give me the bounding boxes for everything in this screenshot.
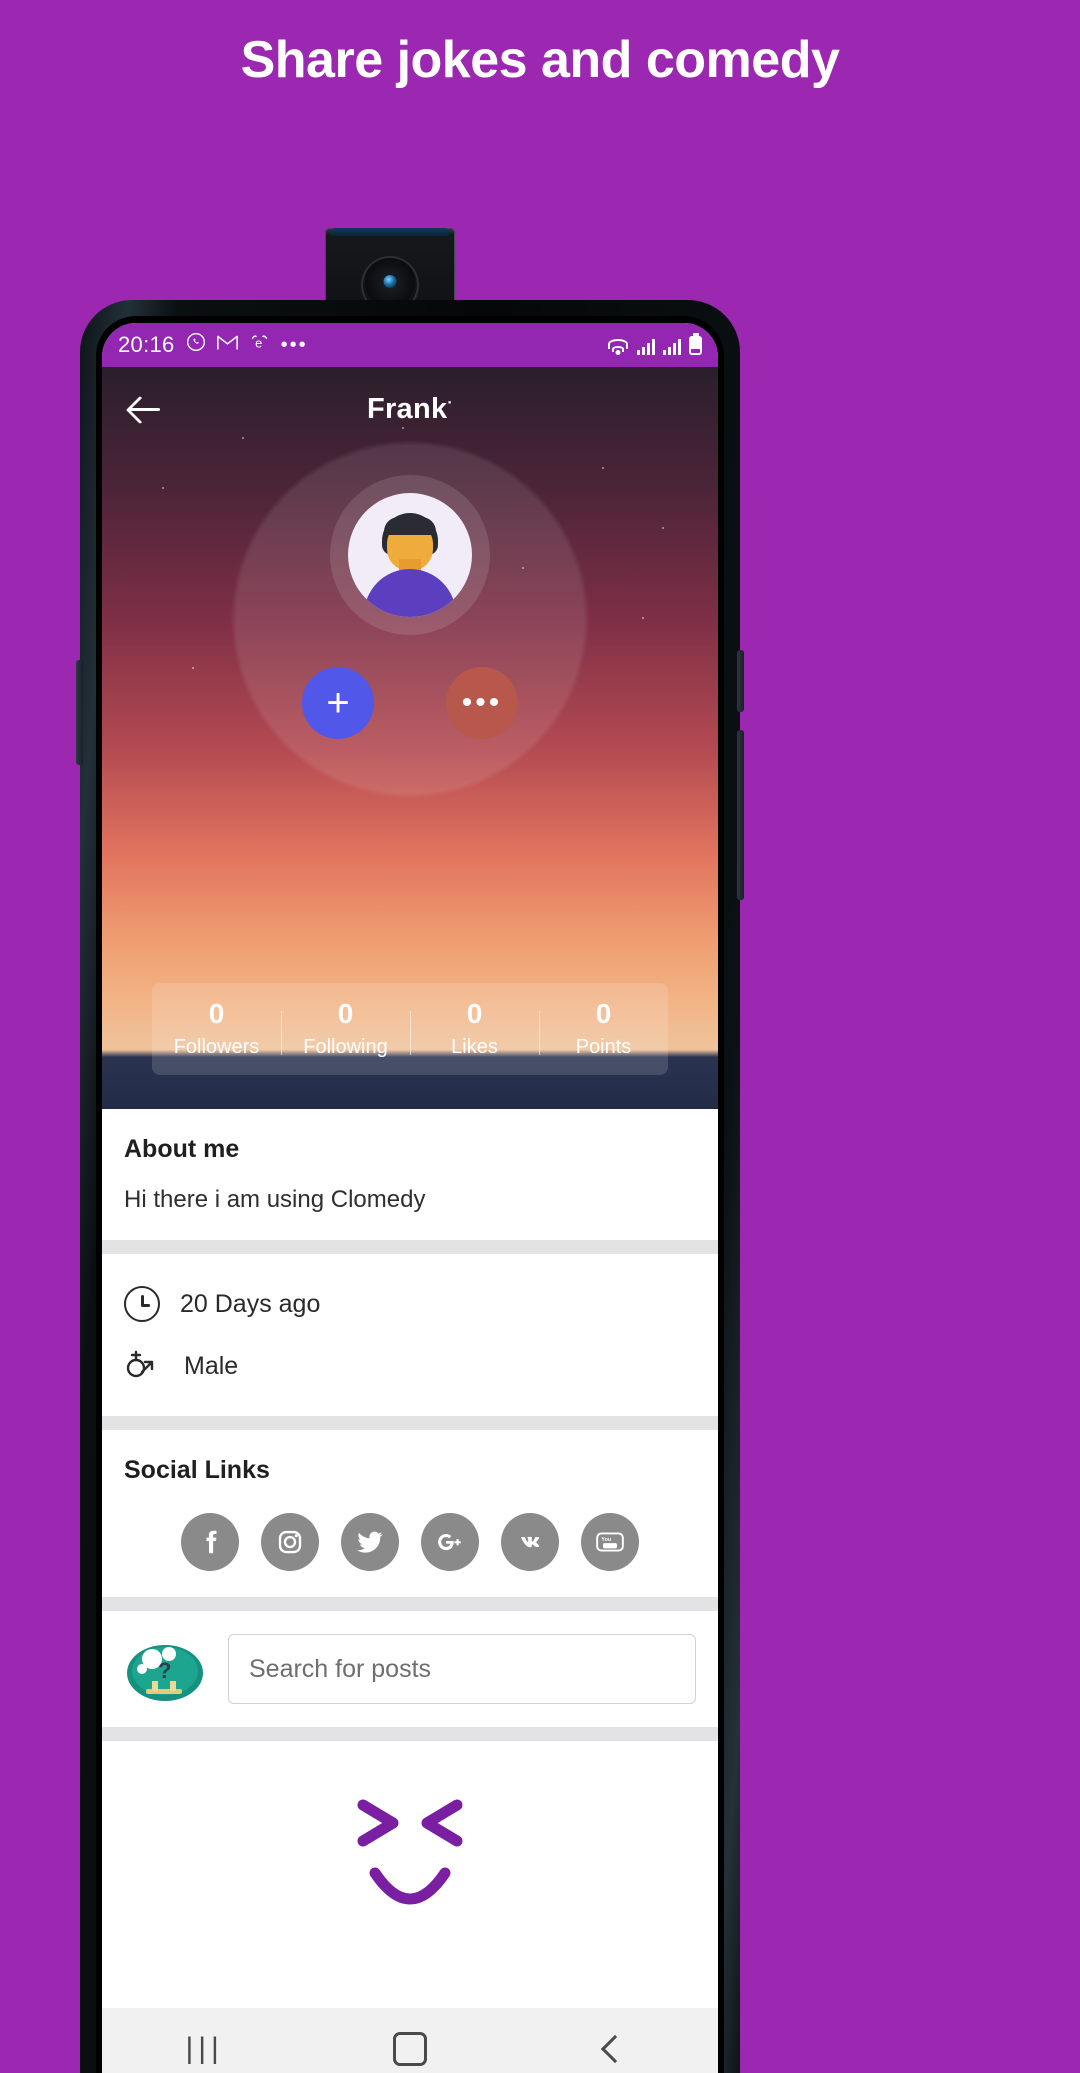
about-heading: About me (124, 1135, 240, 1163)
svg-text:?: ? (158, 1658, 171, 1683)
hero-topbar: Frank· (102, 367, 718, 451)
detail-row-gender: Male (124, 1342, 696, 1390)
phone-body: 20:16 e ••• Frank· + ••• 0 Followers 0 F… (76, 300, 744, 2073)
home-icon (392, 2032, 427, 2066)
status-bar-clock: 20:16 (118, 332, 175, 357)
wifi-icon (607, 338, 629, 355)
stat-followers[interactable]: 0 Followers (152, 998, 281, 1059)
stat-value: 0 (208, 998, 225, 1030)
stat-label: Likes (451, 1035, 498, 1058)
stat-value: 0 (337, 998, 354, 1030)
stat-label: Following (303, 1035, 388, 1058)
profile-stats: 0 Followers 0 Following 0 Likes 0 Points (152, 983, 668, 1075)
gender-icon (124, 1348, 164, 1384)
stat-points[interactable]: 0 Points (539, 998, 668, 1059)
twitter-icon[interactable] (341, 1513, 399, 1571)
gmail-icon (216, 333, 238, 357)
phone-bezel: 20:16 e ••• Frank· + ••• 0 Followers 0 F… (96, 316, 724, 2073)
add-button[interactable]: + (302, 667, 374, 739)
signal-icon (637, 338, 655, 355)
instagram-icon[interactable] (261, 1513, 319, 1571)
clock-icon (124, 1286, 160, 1322)
home-button[interactable] (307, 2032, 512, 2066)
section-divider (102, 1597, 718, 1611)
social-links-card: Social Links You (102, 1430, 718, 1597)
phone-mockup: 20:16 e ••• Frank· + ••• 0 Followers 0 F… (76, 228, 744, 2073)
avatar-ring (330, 475, 490, 635)
clomedy-logo-icon: ? (124, 1633, 206, 1705)
social-links-row: You (124, 1513, 696, 1571)
stat-label: Followers (173, 1035, 260, 1058)
avatar-fringe (384, 517, 436, 535)
system-navigation-bar: ||| (102, 2008, 718, 2073)
empty-state-face-icon (345, 1795, 475, 1920)
camera-top-strip (331, 228, 449, 236)
youtube-icon[interactable]: You (581, 1513, 639, 1571)
recents-button[interactable]: ||| (102, 2032, 307, 2066)
section-divider (102, 1240, 718, 1254)
social-heading: Social Links (124, 1456, 270, 1484)
section-divider (102, 1416, 718, 1430)
popup-camera-icon (325, 228, 455, 306)
back-button[interactable] (513, 2034, 718, 2064)
avatar-body (364, 569, 456, 617)
detail-text: 20 Days ago (180, 1289, 321, 1318)
stat-following[interactable]: 0 Following (281, 998, 410, 1059)
more-notifications-icon: ••• (280, 333, 308, 356)
signal-icon-2 (663, 338, 681, 355)
phone-screen: 20:16 e ••• Frank· + ••• 0 Followers 0 F… (102, 323, 718, 2073)
svg-text:You: You (601, 1537, 611, 1543)
status-bar-right (607, 335, 702, 355)
edge-icon: e (249, 333, 270, 358)
avatar[interactable] (348, 493, 472, 617)
stat-value: 0 (595, 998, 612, 1030)
vk-icon[interactable] (501, 1513, 559, 1571)
search-input[interactable]: Search for posts (228, 1634, 696, 1704)
about-text: Hi there i am using Clomedy (124, 1186, 426, 1213)
power-button (737, 650, 744, 712)
posts-area (102, 1741, 718, 1991)
status-bar-left: 20:16 e ••• (118, 332, 308, 358)
search-section: ? Search for posts (102, 1611, 718, 1727)
stat-label: Points (575, 1035, 632, 1058)
section-divider (102, 1727, 718, 1741)
google-plus-icon[interactable] (421, 1513, 479, 1571)
detail-text: Male (184, 1351, 239, 1380)
stat-value: 0 (466, 998, 483, 1030)
profile-actions: + ••• (302, 667, 518, 739)
stat-likes[interactable]: 0 Likes (410, 998, 539, 1059)
page-title: Share jokes and comedy (240, 31, 840, 89)
recents-icon: ||| (185, 2032, 224, 2065)
more-options-button[interactable]: ••• (446, 667, 518, 739)
battery-icon (689, 335, 702, 355)
back-icon (601, 2034, 630, 2064)
profile-name: Frank· (102, 393, 718, 426)
profile-hero: Frank· + ••• 0 Followers 0 Following 0 L… (102, 367, 718, 1109)
about-card: About me Hi there i am using Clomedy (102, 1109, 718, 1240)
back-arrow-icon[interactable] (124, 388, 166, 430)
profile-name-text: Frank (366, 392, 448, 425)
svg-text:e: e (255, 335, 262, 350)
volume-button (76, 660, 83, 765)
side-button (737, 730, 744, 900)
facebook-icon[interactable] (181, 1513, 239, 1571)
status-bar: 20:16 e ••• (102, 323, 718, 367)
whatsapp-icon (186, 332, 206, 358)
details-card: 20 Days ago Male (102, 1254, 718, 1416)
detail-row-joined: 20 Days ago (124, 1280, 696, 1328)
profile-name-dot: · (447, 393, 454, 411)
